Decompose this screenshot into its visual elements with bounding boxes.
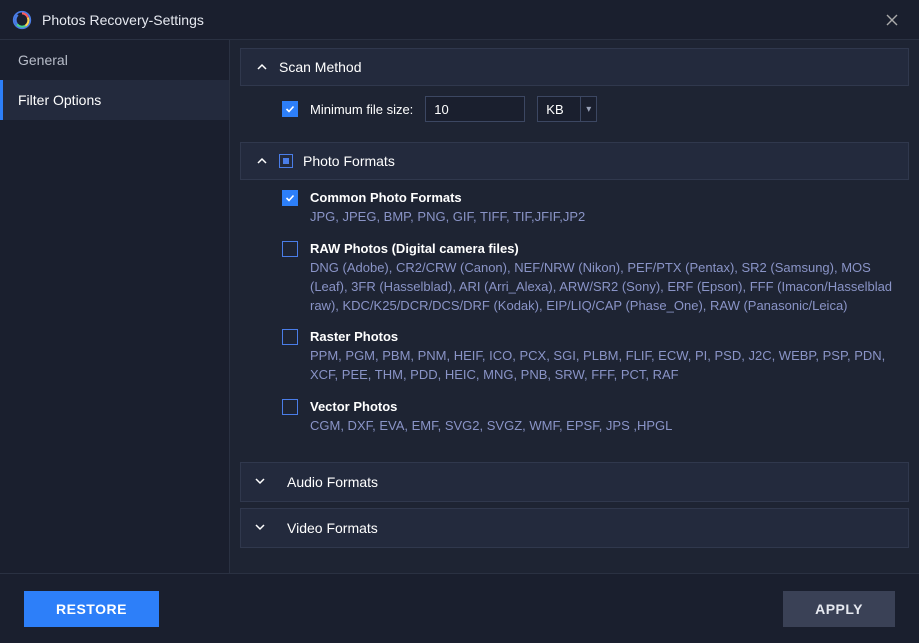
video-formats-title: Video Formats bbox=[287, 520, 378, 536]
video-formats-header[interactable]: Video Formats bbox=[240, 508, 909, 548]
sidebar-item-filter-options[interactable]: Filter Options bbox=[0, 80, 229, 120]
check-icon bbox=[285, 104, 295, 114]
min-size-label: Minimum file size: bbox=[310, 102, 413, 117]
partial-indicator-icon bbox=[283, 158, 289, 164]
raster-formats-desc: PPM, PGM, PBM, PNM, HEIF, ICO, PCX, SGI,… bbox=[310, 347, 895, 385]
raster-formats-title: Raster Photos bbox=[310, 329, 398, 344]
close-icon bbox=[886, 14, 898, 26]
scan-method-title: Scan Method bbox=[279, 59, 362, 75]
sidebar: General Filter Options bbox=[0, 40, 230, 573]
chevron-down-icon bbox=[255, 473, 269, 491]
raster-formats-checkbox[interactable] bbox=[282, 329, 298, 345]
common-formats-desc: JPG, JPEG, BMP, PNG, GIF, TIFF, TIF,JFIF… bbox=[310, 208, 895, 227]
window-title: Photos Recovery-Settings bbox=[42, 12, 877, 28]
format-group-common: Common Photo Formats JPG, JPEG, BMP, PNG… bbox=[282, 190, 895, 227]
raw-formats-checkbox[interactable] bbox=[282, 241, 298, 257]
close-button[interactable] bbox=[877, 5, 907, 35]
photo-formats-partial-checkbox[interactable] bbox=[279, 154, 293, 168]
footer: RESTORE APPLY bbox=[0, 573, 919, 643]
raw-formats-title: RAW Photos (Digital camera files) bbox=[310, 241, 519, 256]
scan-method-header[interactable]: Scan Method bbox=[240, 48, 909, 86]
titlebar: Photos Recovery-Settings bbox=[0, 0, 919, 40]
restore-button[interactable]: RESTORE bbox=[24, 591, 159, 627]
min-size-input[interactable] bbox=[425, 96, 525, 122]
settings-scroll[interactable]: Scan Method Minimum file size: KB ▾ bbox=[240, 48, 909, 565]
apply-button[interactable]: APPLY bbox=[783, 591, 895, 627]
format-group-raster: Raster Photos PPM, PGM, PBM, PNM, HEIF, … bbox=[282, 329, 895, 385]
vector-formats-title: Vector Photos bbox=[310, 399, 397, 414]
min-size-unit-select[interactable]: KB ▾ bbox=[537, 96, 597, 122]
photo-formats-body: Common Photo Formats JPG, JPEG, BMP, PNG… bbox=[240, 186, 909, 462]
chevron-up-icon bbox=[255, 62, 269, 72]
chevron-up-icon bbox=[255, 156, 269, 166]
vector-formats-checkbox[interactable] bbox=[282, 399, 298, 415]
format-group-vector: Vector Photos CGM, DXF, EVA, EMF, SVG2, … bbox=[282, 399, 895, 436]
common-formats-title: Common Photo Formats bbox=[310, 190, 462, 205]
content-panel: Scan Method Minimum file size: KB ▾ bbox=[230, 40, 919, 573]
vector-formats-desc: CGM, DXF, EVA, EMF, SVG2, SVGZ, WMF, EPS… bbox=[310, 417, 895, 436]
audio-formats-header[interactable]: Audio Formats bbox=[240, 462, 909, 502]
sidebar-item-general[interactable]: General bbox=[0, 40, 229, 80]
min-size-unit-value: KB bbox=[537, 96, 581, 122]
raw-formats-desc: DNG (Adobe), CR2/CRW (Canon), NEF/NRW (N… bbox=[310, 259, 895, 316]
min-size-checkbox[interactable] bbox=[282, 101, 298, 117]
audio-formats-title: Audio Formats bbox=[287, 474, 378, 490]
photo-formats-header[interactable]: Photo Formats bbox=[240, 142, 909, 180]
format-group-raw: RAW Photos (Digital camera files) DNG (A… bbox=[282, 241, 895, 316]
chevron-down-icon: ▾ bbox=[581, 96, 597, 122]
app-icon bbox=[12, 10, 32, 30]
common-formats-checkbox[interactable] bbox=[282, 190, 298, 206]
scan-method-body: Minimum file size: KB ▾ bbox=[240, 92, 909, 142]
photo-formats-title: Photo Formats bbox=[303, 153, 395, 169]
chevron-down-icon bbox=[255, 519, 269, 537]
check-icon bbox=[285, 193, 295, 203]
